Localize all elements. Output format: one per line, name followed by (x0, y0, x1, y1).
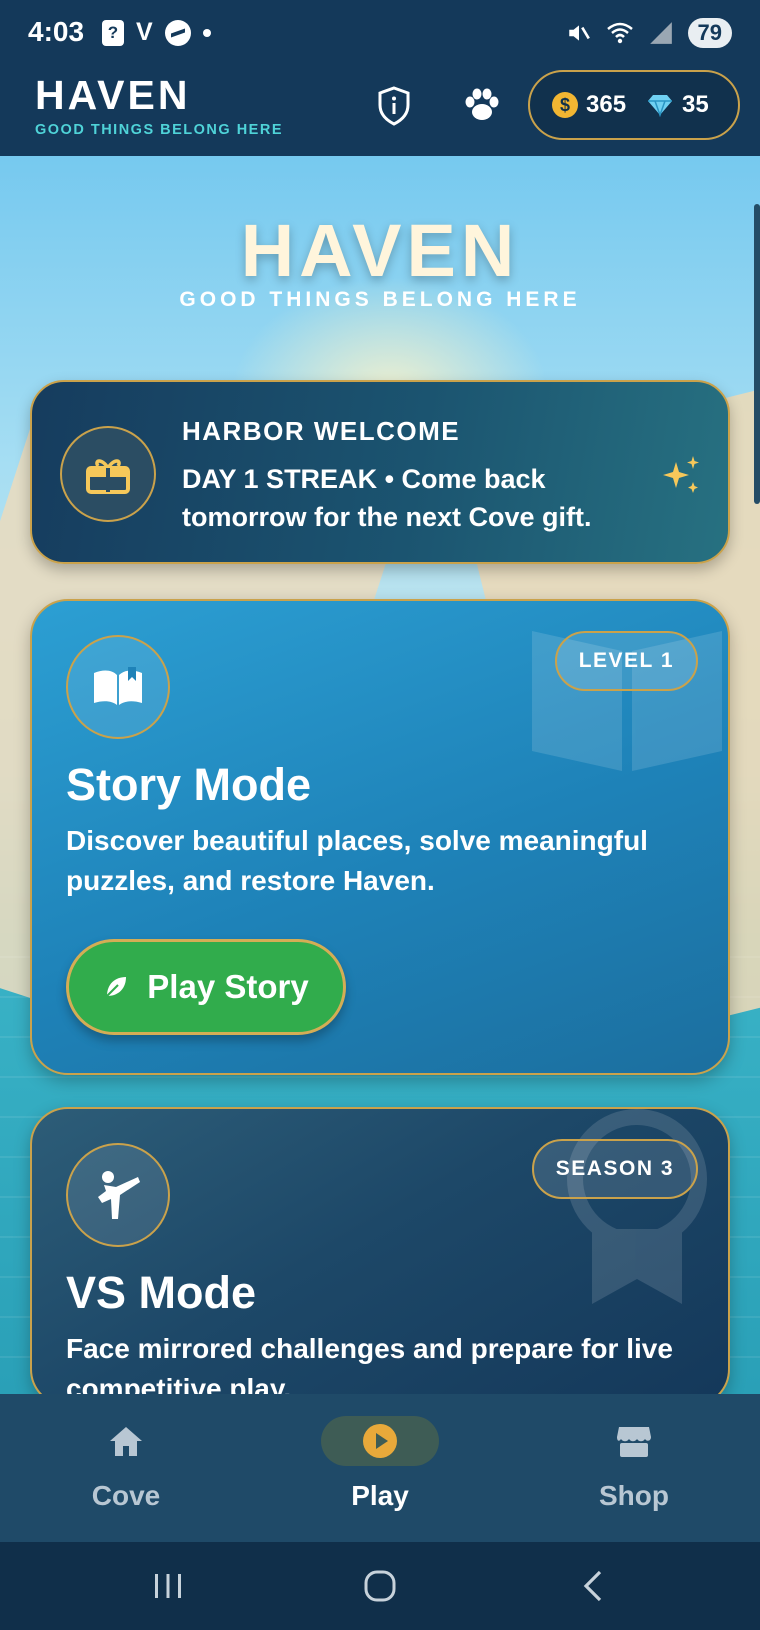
battery-level: 79 (687, 18, 732, 48)
harbor-welcome-card[interactable]: HARBOR WELCOME DAY 1 STREAK • Come back … (30, 380, 730, 564)
hero-title: HAVEN (240, 209, 520, 292)
gem-icon (646, 93, 674, 117)
messenger-icon (164, 19, 191, 46)
coin-count: 365 (586, 91, 627, 118)
nav-label-play: Play (351, 1480, 409, 1511)
story-mode-description: Discover beautiful places, solve meaning… (66, 825, 648, 896)
nav-item-cove[interactable]: Cove (26, 1416, 226, 1512)
status-time: 4:03 (28, 16, 85, 47)
play-story-button[interactable]: Play Story (66, 939, 346, 1035)
notification-icons: ? V (102, 18, 211, 47)
bottom-navigation: Cove Play Shop (0, 1394, 760, 1542)
system-status-icons: 79 (566, 18, 732, 48)
wifi-icon (606, 22, 633, 44)
shop-icon (534, 1416, 734, 1466)
vs-mode-card[interactable]: SEASON 3 VS Mode Face mirrored challenge… (30, 1107, 730, 1394)
play-story-label: Play Story (147, 968, 309, 1005)
sparkle-icon (660, 454, 702, 496)
home-button-icon[interactable] (358, 1564, 402, 1608)
system-navigation-bar (0, 1542, 760, 1630)
back-icon[interactable] (572, 1564, 616, 1608)
more-notifications-dot-icon (202, 28, 211, 37)
hero-tagline: GOOD THINGS BELONG HERE (179, 288, 581, 311)
v-notification-icon: V (136, 18, 153, 46)
open-book-icon (66, 635, 170, 739)
season-badge: SEASON 3 (531, 1139, 698, 1199)
martial-arts-icon (66, 1143, 170, 1247)
main-content[interactable]: HAVEN GOOD THINGS BELONG HERE HARBOR WEL… (0, 156, 760, 1394)
brand-tagline: GOOD THINGS BELONG HERE (35, 122, 283, 138)
nav-item-shop[interactable]: Shop (534, 1416, 734, 1512)
vs-mode-title: VS Mode (66, 1267, 257, 1318)
coin-icon: $ (552, 92, 578, 118)
brand-title: HAVEN (35, 72, 191, 118)
level-badge: LEVEL 1 (554, 631, 698, 691)
welcome-title: HARBOR WELCOME (182, 416, 461, 446)
story-mode-title: Story Mode (66, 759, 312, 810)
shield-info-icon[interactable] (368, 80, 420, 132)
recent-apps-icon[interactable] (146, 1564, 190, 1608)
status-bar: 4:03 ? V 79 (0, 0, 760, 66)
app-header: HAVEN GOOD THINGS BELONG HERE $ 365 35 (0, 66, 760, 156)
play-icon (321, 1416, 439, 1466)
paw-icon[interactable] (456, 80, 508, 132)
story-mode-card[interactable]: LEVEL 1 Story Mode Discover beautiful pl… (30, 599, 730, 1075)
signal-icon (649, 22, 672, 44)
currency-pill[interactable]: $ 365 35 (528, 70, 740, 140)
nav-item-play[interactable]: Play (280, 1416, 480, 1512)
welcome-message: DAY 1 STREAK • Come back tomorrow for th… (182, 464, 592, 532)
help-notification-icon: ? (102, 19, 124, 46)
gem-count: 35 (682, 91, 709, 118)
vs-mode-description: Face mirrored challenges and prepare for… (66, 1333, 673, 1394)
nav-label-cove: Cove (91, 1480, 161, 1511)
mute-icon (568, 25, 590, 41)
home-icon (26, 1416, 226, 1466)
leaf-icon (106, 977, 127, 997)
nav-label-shop: Shop (599, 1480, 669, 1511)
gift-icon (60, 426, 156, 522)
